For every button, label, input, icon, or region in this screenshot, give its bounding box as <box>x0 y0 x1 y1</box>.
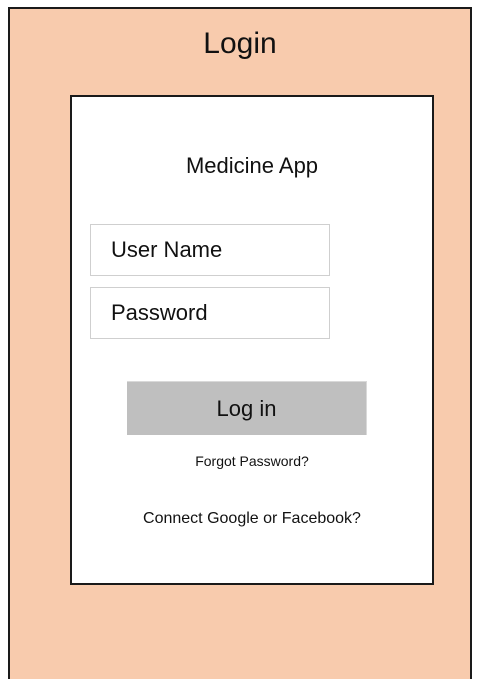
login-button[interactable]: Log in <box>127 381 367 435</box>
login-card: Medicine App Log in Forgot Password? Con… <box>70 95 434 585</box>
username-field[interactable] <box>90 224 330 276</box>
page-title: Login <box>203 27 277 60</box>
login-screen: Login Medicine App Log in Forgot Passwor… <box>8 7 472 679</box>
password-field[interactable] <box>90 287 330 339</box>
forgot-password-link[interactable]: Forgot Password? <box>72 453 432 469</box>
social-login-link[interactable]: Connect Google or Facebook? <box>72 510 432 528</box>
app-name: Medicine App <box>185 153 319 178</box>
